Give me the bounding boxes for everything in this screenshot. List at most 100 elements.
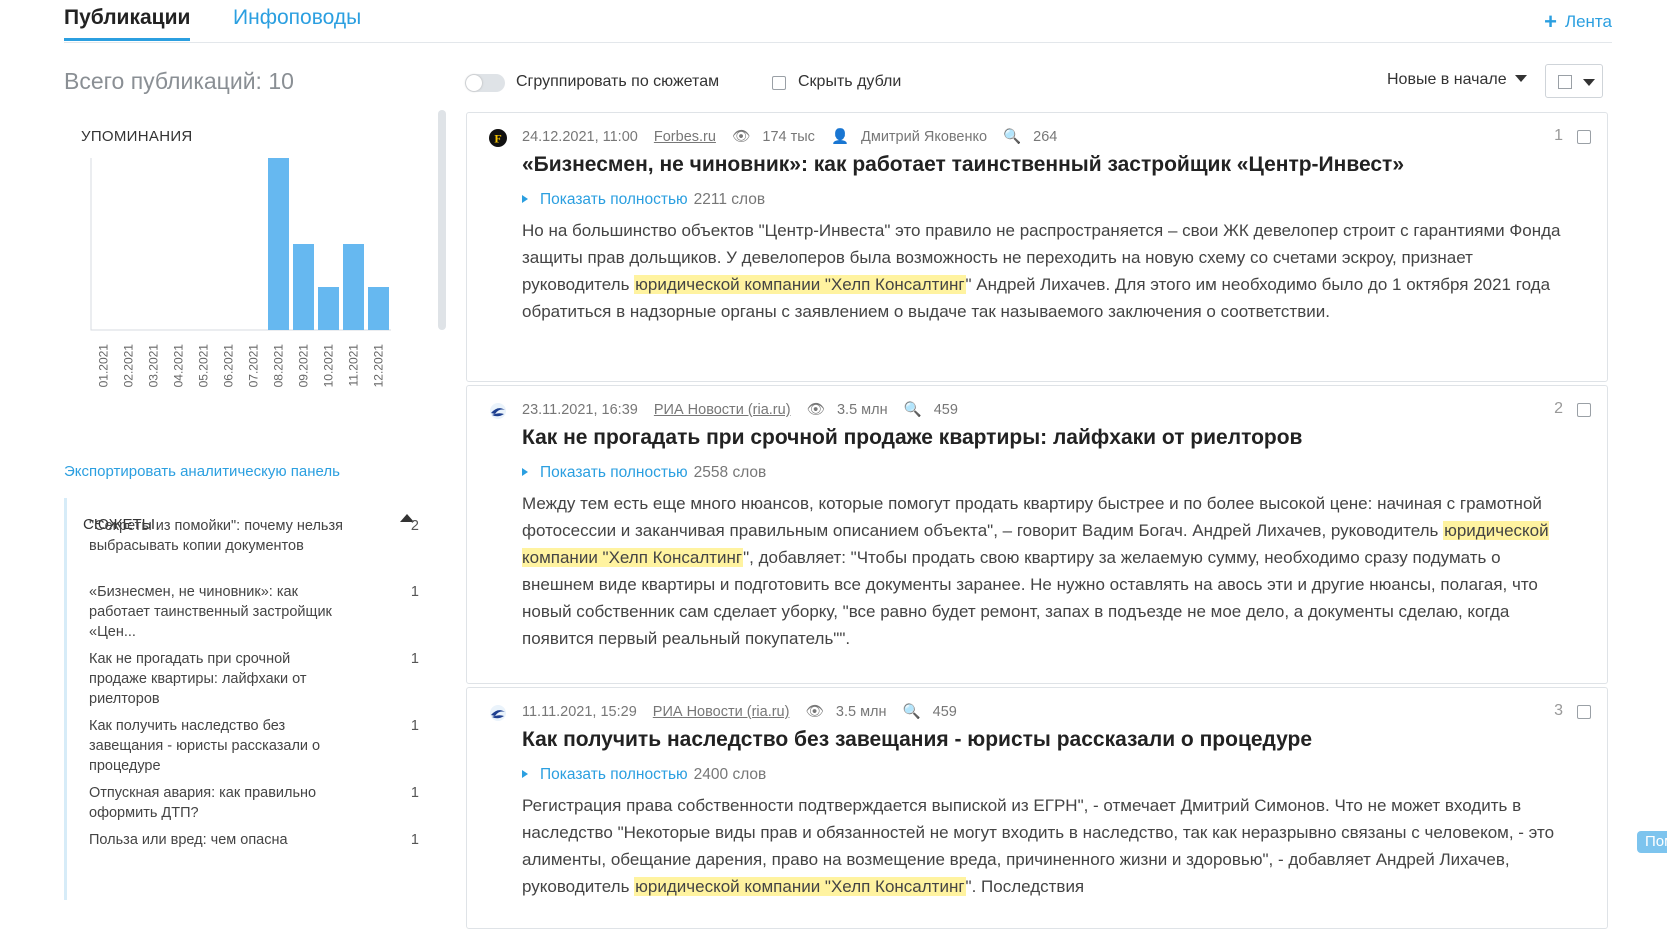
play-icon	[522, 195, 528, 203]
mentions-chart: 01.2021 02.2021 03.2021 04.2021 05.2021 06.20…	[90, 158, 391, 388]
eye-icon: 👁	[805, 704, 824, 720]
views-count: 3.5 млн	[836, 402, 888, 418]
publication-excerpt: Между тем есть еще много нюансов, которы…	[522, 494, 1549, 648]
chart-tick-label: 01.2021	[97, 344, 111, 388]
magnifier-icon: 🔍	[1003, 129, 1022, 145]
chevron-down-icon	[1583, 79, 1595, 86]
highlight: юридической компании "Хелп Консалтинг	[634, 877, 966, 896]
story-count: 1	[410, 584, 419, 600]
source-link[interactable]: РИА Новости (ria.ru)	[654, 402, 791, 418]
chart-bar[interactable]	[293, 244, 314, 330]
toggle-knob	[466, 75, 482, 91]
mentions-title: УПОМИНАНИЯ	[81, 128, 193, 145]
show-full-link[interactable]: Показать полностью	[540, 766, 688, 783]
publication-excerpt: Регистрация права собственности подтверж…	[522, 796, 1555, 896]
chart-bar[interactable]	[268, 158, 289, 330]
show-full-link[interactable]: Показать полностью	[540, 464, 688, 481]
story-text: Как получить наследство без завещания - …	[89, 718, 321, 774]
story-count: 2	[410, 518, 419, 534]
publication-title[interactable]: Как не прогадать при срочной продаже ква…	[522, 426, 1302, 450]
chart-bar[interactable]	[343, 244, 364, 330]
publication-meta: 23.11.2021, 16:39 РИА Новости (ria.ru) 👁…	[522, 401, 970, 418]
card-checkbox[interactable]	[1577, 130, 1591, 144]
card-number: 1	[1554, 127, 1563, 144]
story-item[interactable]: «Бизнесмен, не чиновник»: как работает т…	[89, 582, 419, 642]
publication-title[interactable]: Как получить наследство без завещания - …	[522, 728, 1312, 752]
show-full-row: Показать полностью 2400 слов	[522, 766, 766, 784]
chart-tick-label: 06.2021	[222, 344, 236, 388]
card-number: 2	[1554, 400, 1563, 417]
chart-bar[interactable]	[318, 287, 339, 330]
story-count: 1	[410, 785, 419, 801]
top-tabs: Публикации Инфоповоды + Лента	[64, 0, 1612, 43]
svg-text:F: F	[494, 132, 501, 146]
views-count: 174 тыс	[762, 129, 815, 145]
add-feed-label: Лента	[1564, 12, 1612, 31]
chart-tick-label: 03.2021	[147, 344, 161, 388]
total-publications: Всего публикаций: 10	[64, 68, 294, 94]
chart-tick-label: 11.2021	[347, 344, 361, 387]
publication-meta: 24.12.2021, 11:00 Forbes.ru 👁 174 тыс 👤 Дм…	[522, 128, 1069, 145]
sort-dropdown[interactable]: Новые в начале	[1387, 71, 1527, 89]
play-icon	[522, 468, 528, 476]
export-panel-link[interactable]: Экспортировать аналитическую панель	[64, 463, 340, 480]
publication-card: 23.11.2021, 16:39 РИА Новости (ria.ru) 👁…	[466, 385, 1608, 684]
tab-infopovody[interactable]: Инфоповоды	[233, 6, 361, 30]
eye-icon: 👁	[806, 402, 825, 418]
stories-panel: СЮЖЕТЫ "Секреты из помойки": почему нель…	[64, 498, 430, 900]
chart-tick-label: 08.2021	[272, 344, 286, 388]
word-count: 2211 слов	[693, 191, 766, 208]
source-link[interactable]: Forbes.ru	[654, 129, 716, 145]
ria-icon	[490, 705, 506, 721]
story-item[interactable]: Как не прогадать при срочной продаже ква…	[89, 649, 419, 709]
highlight: юридической компании "Хелп Консалтинг	[634, 275, 966, 294]
checkbox-icon	[1558, 75, 1572, 89]
left-panel-scrollbar[interactable]	[438, 110, 446, 330]
chart-tick-label: 04.2021	[172, 344, 186, 388]
plus-icon: +	[1544, 9, 1557, 34]
rank-value: 459	[932, 704, 957, 720]
tab-publications[interactable]: Публикации	[64, 6, 191, 41]
select-all-dropdown[interactable]	[1545, 64, 1603, 98]
ria-icon	[490, 403, 506, 419]
story-count: 1	[410, 832, 419, 848]
magnifier-icon: 🔍	[902, 704, 921, 720]
story-text: Отпускная авария: как правильно оформить…	[89, 785, 317, 821]
story-text: Польза или вред: чем опасна	[89, 832, 288, 848]
chart-tick-label: 12.2021	[372, 344, 386, 388]
chart-tick-label: 09.2021	[297, 344, 311, 388]
card-checkbox[interactable]	[1577, 705, 1591, 719]
word-count: 2400 слов	[693, 766, 767, 783]
eye-icon: 👁	[731, 129, 751, 145]
story-item[interactable]: Как получить наследство без завещания - …	[89, 716, 419, 776]
hide-duplicates-label: Скрыть дубли	[798, 73, 902, 90]
story-item[interactable]: Польза или вред: чем опасна 1	[89, 830, 419, 850]
group-by-stories-toggle[interactable]	[465, 74, 505, 92]
magnifier-icon: 🔍	[903, 402, 922, 418]
rank-value: 459	[933, 402, 958, 418]
card-number: 3	[1554, 702, 1563, 719]
show-full-link[interactable]: Показать полностью	[540, 191, 688, 208]
card-checkbox[interactable]	[1577, 403, 1591, 417]
story-text: Как не прогадать при срочной продаже ква…	[89, 651, 307, 707]
chevron-down-icon	[1514, 75, 1527, 82]
sort-label: Новые в начале	[1387, 71, 1507, 88]
story-item[interactable]: Отпускная авария: как правильно оформить…	[89, 783, 419, 823]
story-item[interactable]: "Секреты из помойки": почему нельзя выбр…	[89, 516, 419, 556]
author-name: Дмитрий Яковенко	[861, 129, 988, 145]
story-text: «Бизнесмен, не чиновник»: как работает т…	[89, 584, 332, 640]
help-button[interactable]: Пом	[1637, 831, 1667, 853]
story-text: "Секреты из помойки": почему нельзя выбр…	[89, 518, 343, 554]
chart-tick-label: 02.2021	[122, 344, 136, 388]
story-count: 1	[410, 651, 419, 667]
forbes-icon: F	[489, 129, 507, 147]
add-feed-button[interactable]: + Лента	[1544, 9, 1612, 35]
group-by-stories-label: Сгруппировать по сюжетам	[516, 73, 720, 90]
publication-meta: 11.11.2021, 15:29 РИА Новости (ria.ru) 👁…	[522, 703, 969, 720]
source-link[interactable]: РИА Новости (ria.ru)	[653, 704, 790, 720]
hide-duplicates-checkbox[interactable]	[772, 76, 786, 90]
publication-title[interactable]: «Бизнесмен, не чиновник»: как работает т…	[522, 153, 1404, 177]
publication-card: F 24.12.2021, 11:00 Forbes.ru 👁 174 тыс 👤…	[466, 112, 1608, 382]
chart-bar[interactable]	[368, 287, 389, 330]
publication-date: 24.12.2021, 11:00	[522, 129, 638, 145]
